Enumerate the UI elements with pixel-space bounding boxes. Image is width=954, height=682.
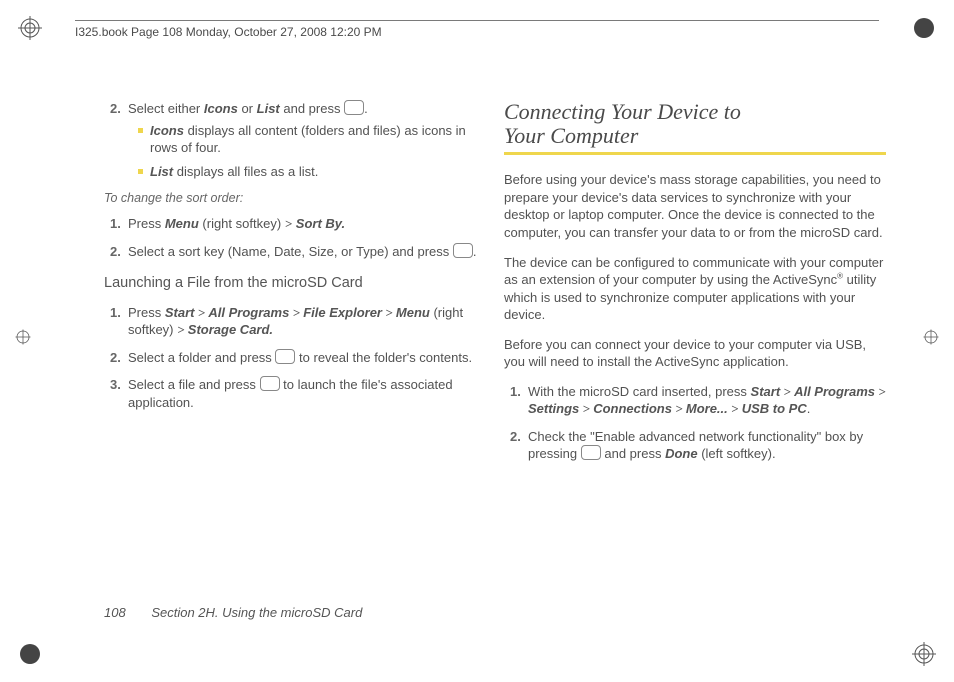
ui-term: Icons [204, 101, 238, 116]
registration-mark-icon [18, 642, 42, 666]
body-text: displays all content (folders and files)… [150, 123, 466, 156]
list-item: 1. With the microSD card inserted, press… [510, 383, 886, 418]
ui-term: Sort By. [292, 216, 345, 231]
ui-term: List [257, 101, 280, 116]
ui-term: Start [751, 384, 781, 399]
key-icon [344, 100, 364, 115]
list-item: List displays all files as a list. [138, 163, 486, 181]
body-text: Select a sort key (Name, Date, Size, or … [128, 244, 453, 259]
body-text: Select a folder and press [128, 350, 275, 365]
chevron-right-icon: > [194, 305, 208, 320]
body-text: (right softkey) [199, 216, 285, 231]
registration-mark-icon [912, 16, 936, 40]
list-item: 2. Check the "Enable advanced network fu… [510, 428, 886, 463]
ui-term: Settings [528, 401, 579, 416]
body-text: The device can be configured to communic… [504, 254, 886, 324]
body-text: Select a file and press [128, 377, 260, 392]
ui-term: File Explorer [303, 305, 382, 320]
ui-term: Done [665, 446, 698, 461]
body-text: and press [280, 101, 344, 116]
chevron-right-icon: > [177, 322, 188, 337]
ui-term: All Programs [794, 384, 875, 399]
ui-term: Icons [150, 123, 184, 138]
chevron-right-icon: > [780, 384, 794, 399]
ui-term: All Programs [208, 305, 289, 320]
body-text: . [364, 101, 368, 116]
chevron-right-icon: > [382, 305, 396, 320]
body-text: and press [601, 446, 665, 461]
page-meta-header: I325.book Page 108 Monday, October 27, 2… [75, 20, 879, 39]
chevron-right-icon: > [672, 401, 686, 416]
ui-term: Menu [396, 305, 430, 320]
list-item: 1. Press Menu (right softkey) > Sort By. [110, 215, 486, 233]
ui-term: Menu [165, 216, 199, 231]
key-icon [260, 376, 280, 391]
registration-mark-icon [922, 328, 940, 346]
body-text: or [238, 101, 257, 116]
ui-term: More... [686, 401, 728, 416]
list-item: Icons displays all content (folders and … [138, 122, 486, 157]
key-icon [581, 445, 601, 460]
page-number: 108 [104, 605, 126, 620]
key-icon [453, 243, 473, 258]
body-text: to reveal the folder's contents. [295, 350, 472, 365]
chevron-right-icon: > [875, 384, 886, 399]
list-item: 2. Select a sort key (Name, Date, Size, … [110, 243, 486, 261]
chevron-right-icon: > [289, 305, 303, 320]
ui-term: Storage Card. [188, 322, 273, 337]
ui-term: List [150, 164, 173, 179]
ui-term: USB to PC [742, 401, 807, 416]
chevron-right-icon: > [579, 401, 593, 416]
page-footer: 108 Section 2H. Using the microSD Card [104, 605, 362, 620]
body-text: Press [128, 305, 165, 320]
body-text: With the microSD card inserted, press [528, 384, 751, 399]
list-item: 2. Select either Icons or List and press… [110, 100, 486, 180]
chevron-right-icon: > [728, 401, 742, 416]
registration-mark-icon [18, 16, 42, 40]
body-text: Select either [128, 101, 204, 116]
body-text: Press [128, 216, 165, 231]
body-text: (left softkey). [698, 446, 776, 461]
ui-term: Connections [593, 401, 672, 416]
section-heading: Connecting Your Device to Your Computer [504, 100, 886, 148]
body-text: displays all files as a list. [173, 164, 318, 179]
heading-underline [504, 152, 886, 155]
subsection-caption: To change the sort order: [104, 190, 486, 207]
key-icon [275, 349, 295, 364]
registration-mark-icon [912, 642, 936, 666]
list-item: 1. Press Start > All Programs > File Exp… [110, 304, 486, 339]
body-text: Before using your device's mass storage … [504, 171, 886, 241]
body-text: . [473, 244, 477, 259]
body-text: Before you can connect your device to yo… [504, 336, 886, 371]
body-text: . [807, 401, 811, 416]
subsection-heading: Launching a File from the microSD Card [104, 274, 486, 294]
list-item: 2. Select a folder and press to reveal t… [110, 349, 486, 367]
section-label: Section 2H. Using the microSD Card [151, 605, 362, 620]
registration-mark-icon [14, 328, 32, 346]
ui-term: Start [165, 305, 195, 320]
list-item: 3. Select a file and press to launch the… [110, 376, 486, 411]
